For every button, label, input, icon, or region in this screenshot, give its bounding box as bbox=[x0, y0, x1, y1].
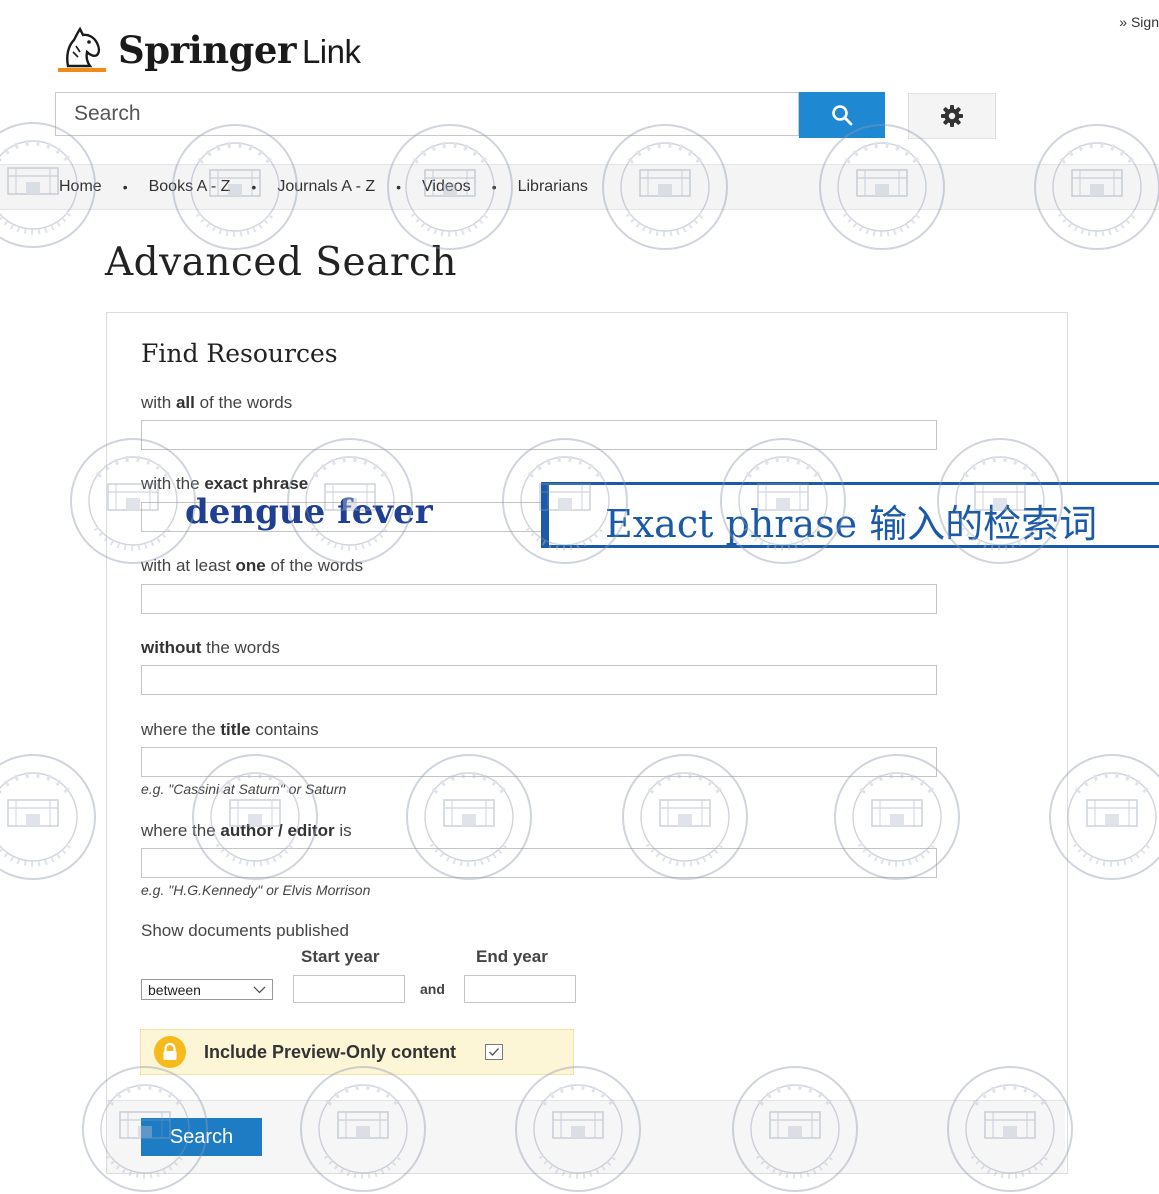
author-editor-label: where the author / editor is bbox=[141, 821, 352, 841]
advanced-search-form: Find Resources with all of the words wit… bbox=[106, 312, 1068, 1174]
label-emphasis: all bbox=[175, 393, 195, 412]
label-text: of the words bbox=[265, 556, 364, 575]
annotation-phrase: dengue fever bbox=[185, 492, 433, 532]
preview-only-label: Include Preview-Only content bbox=[204, 1041, 457, 1062]
checkbox-icon bbox=[489, 1048, 500, 1056]
nav-separator: • bbox=[122, 179, 128, 195]
end-year-label: End year bbox=[476, 947, 548, 966]
label-text: is bbox=[334, 821, 352, 840]
published-label: Show documents published bbox=[141, 921, 349, 940]
at-least-one-label: with at least one of the words bbox=[141, 556, 363, 576]
title-contains-label: where the title contains bbox=[141, 720, 319, 740]
label-emphasis: one bbox=[235, 556, 266, 575]
form-heading: Find Resources bbox=[141, 339, 338, 368]
title-contains-input[interactable] bbox=[141, 747, 937, 777]
date-range-select[interactable]: between bbox=[141, 979, 273, 1000]
all-words-label: with all of the words bbox=[141, 393, 292, 413]
nav-separator: • bbox=[491, 179, 497, 195]
label-emphasis: title bbox=[220, 720, 251, 739]
main-nav: Home • Books A - Z • Journals A - Z • Vi… bbox=[0, 164, 1159, 210]
sign-in-link[interactable]: » Sign bbox=[1119, 14, 1159, 30]
nav-item-home[interactable]: Home bbox=[59, 178, 102, 196]
without-words-input[interactable] bbox=[141, 665, 937, 695]
page-title: Advanced Search bbox=[105, 240, 457, 285]
nav-item-librarians[interactable]: Librarians bbox=[518, 178, 588, 196]
start-year-input[interactable] bbox=[293, 975, 405, 1003]
label-emphasis: author / editor bbox=[220, 821, 335, 840]
nav-item-journals[interactable]: Journals A - Z bbox=[277, 178, 375, 196]
nav-separator: • bbox=[251, 179, 257, 195]
search-icon bbox=[832, 105, 853, 126]
nav-separator: • bbox=[396, 179, 402, 195]
lock-icon bbox=[154, 1036, 186, 1068]
label-text: with bbox=[141, 393, 176, 412]
nav-item-videos[interactable]: Videos bbox=[422, 178, 471, 196]
date-range-value: between bbox=[148, 981, 201, 998]
brand-name-link: Link bbox=[301, 33, 361, 70]
watermark-seal-icon bbox=[0, 754, 96, 880]
search-button[interactable] bbox=[799, 92, 885, 138]
chevron-down-icon bbox=[253, 986, 266, 993]
label-text: with the bbox=[141, 474, 205, 493]
search-input[interactable] bbox=[55, 92, 799, 136]
exact-phrase-label: with the exact phrase bbox=[141, 474, 308, 494]
preview-only-checkbox[interactable] bbox=[485, 1044, 504, 1060]
all-words-input[interactable] bbox=[141, 420, 937, 450]
end-year-input[interactable] bbox=[464, 975, 576, 1003]
label-emphasis: exact phrase bbox=[204, 474, 309, 493]
settings-button[interactable] bbox=[908, 93, 996, 139]
label-emphasis: without bbox=[141, 638, 202, 657]
label-text: where the bbox=[141, 720, 221, 739]
annotation-callout: Exact phrase 输入的检索词 bbox=[541, 482, 1159, 548]
brand-name: Springer Link bbox=[118, 28, 361, 72]
author-hint: e.g. "H.G.Kennedy" or Elvis Morrison bbox=[141, 882, 371, 898]
label-text: at least bbox=[175, 556, 236, 575]
label-text: contains bbox=[250, 720, 319, 739]
and-label: and bbox=[420, 981, 445, 997]
global-search bbox=[55, 92, 885, 138]
horse-head-icon bbox=[58, 26, 106, 72]
preview-only-option: Include Preview-Only content bbox=[140, 1029, 574, 1075]
label-text: with bbox=[141, 556, 176, 575]
submit-search-button[interactable]: Search bbox=[141, 1118, 262, 1156]
top-strip bbox=[0, 0, 1159, 8]
author-editor-input[interactable] bbox=[141, 848, 937, 878]
nav-item-books[interactable]: Books A - Z bbox=[149, 178, 231, 196]
title-hint: e.g. "Cassini at Saturn" or Saturn bbox=[141, 781, 347, 797]
brand-name-springer: Springer bbox=[118, 28, 296, 72]
at-least-one-input[interactable] bbox=[141, 584, 937, 614]
without-words-label: without the words bbox=[141, 638, 280, 658]
label-text: where the bbox=[141, 821, 221, 840]
label-text: the words bbox=[201, 638, 280, 657]
start-year-label: Start year bbox=[301, 947, 380, 966]
label-text: of the words bbox=[194, 393, 293, 412]
gear-icon bbox=[941, 105, 963, 127]
springerlink-logo[interactable]: Springer Link bbox=[56, 26, 361, 74]
annotation-callout-text: Exact phrase 输入的检索词 bbox=[605, 502, 1098, 546]
